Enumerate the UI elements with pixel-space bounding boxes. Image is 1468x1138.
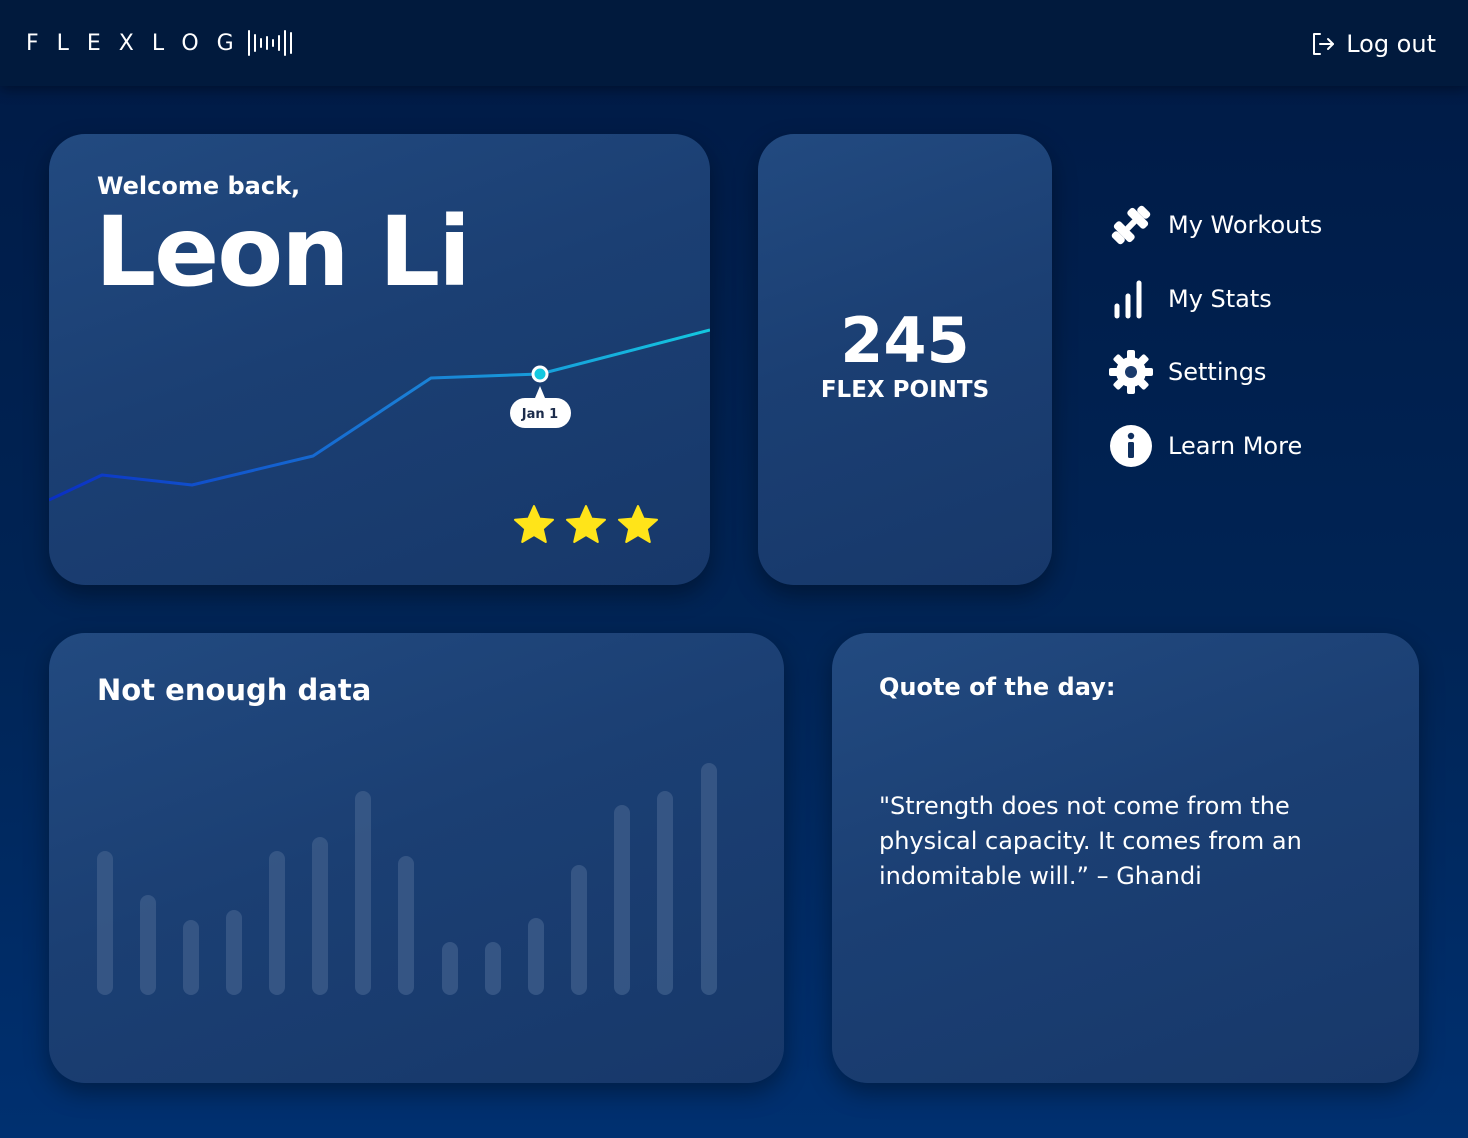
menu-item-learn-more[interactable]: Learn More [1108, 421, 1302, 471]
welcome-card: Welcome back, Leon Li Jan 1 [49, 134, 710, 585]
trend-line [49, 328, 710, 502]
placeholder-bar-chart [97, 763, 717, 995]
menu-item-settings[interactable]: Settings [1108, 347, 1266, 397]
menu-item-my-stats[interactable]: My Stats [1108, 274, 1272, 324]
menu-label: Learn More [1168, 432, 1303, 460]
bar-chart-icon [1114, 280, 1142, 319]
top-bar: FLEXLOG Log out [0, 0, 1468, 86]
gear-icon [1109, 350, 1153, 394]
quote-card: Quote of the day: "Strength does not com… [832, 633, 1419, 1083]
logout-button[interactable]: Log out [1310, 28, 1436, 60]
logout-icon [1313, 33, 1335, 55]
trend-point [531, 365, 549, 383]
star-icon [566, 505, 606, 543]
star-icon [618, 505, 658, 543]
activity-card: Not enough data [49, 633, 784, 1083]
info-icon [1110, 425, 1152, 467]
logo-text: FLEXLOG [26, 30, 252, 56]
star-icon [514, 505, 554, 543]
flex-points-card: 245 FLEX POINTS [758, 134, 1052, 585]
quote-title: Quote of the day: [879, 673, 1116, 701]
trend-point-label: Jan 1 [521, 407, 558, 422]
flex-points-value: 245 [840, 304, 970, 377]
dumbbell-icon [1111, 205, 1151, 245]
quote-text: "Strength does not come from the physica… [879, 792, 1302, 890]
flex-points-label: FLEX POINTS [820, 377, 990, 403]
menu-label: My Stats [1168, 285, 1272, 313]
waveform-icon [247, 30, 292, 56]
logout-label: Log out [1346, 30, 1436, 58]
trend-tooltip: Jan 1 [510, 386, 571, 428]
app-logo[interactable]: FLEXLOG [26, 28, 294, 58]
menu-label: My Workouts [1168, 211, 1323, 239]
menu-item-my-workouts[interactable]: My Workouts [1108, 200, 1322, 250]
rating-stars [513, 504, 659, 546]
menu-label: Settings [1168, 358, 1267, 386]
